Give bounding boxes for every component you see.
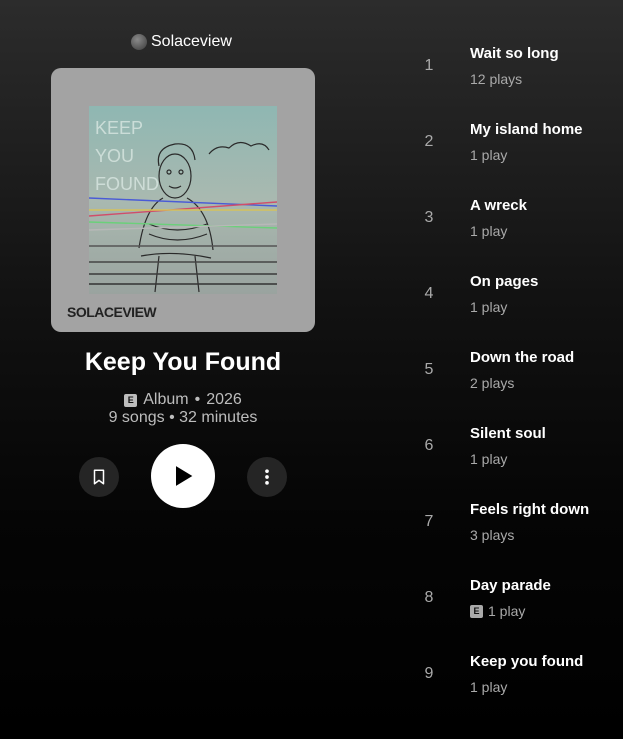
track-play-count: 1 play: [470, 299, 507, 315]
album-year: 2026: [206, 391, 242, 408]
track-plays-text: 12 plays: [470, 71, 523, 87]
more-vertical-icon: [265, 469, 269, 485]
track-number: 7: [424, 513, 434, 530]
track-number: 5: [424, 361, 434, 378]
track-number: 8: [424, 589, 434, 606]
svg-text:KEEP: KEEP: [95, 118, 143, 138]
play-icon: [176, 466, 193, 486]
explicit-badge: E: [470, 604, 483, 618]
album-song-count: 9 songs: [108, 409, 165, 426]
svg-text:YOU: YOU: [95, 146, 134, 166]
track-title[interactable]: Down the road: [470, 349, 574, 366]
explicit-badge: E: [124, 393, 138, 407]
track-plays-text: 1 play: [488, 603, 526, 619]
track-title[interactable]: Feels right down: [470, 501, 589, 518]
track-row[interactable]: 8 Day parade E 1 play: [400, 561, 623, 637]
track-plays-text: 3 plays: [470, 527, 515, 543]
album-stats: 9 songs • 32 minutes: [0, 409, 366, 427]
track-title[interactable]: Keep you found: [470, 653, 583, 670]
track-play-count: 1 play: [470, 679, 507, 695]
album-type: Album: [143, 391, 189, 408]
track-row[interactable]: 6 Silent soul 1 play: [400, 409, 623, 485]
track-plays-text: 1 play: [470, 451, 508, 467]
track-title[interactable]: Wait so long: [470, 45, 559, 62]
track-play-count: 1 play: [470, 147, 507, 163]
track-number: 1: [424, 57, 434, 74]
album-meta: E Album • 2026: [0, 390, 366, 410]
album-title: Keep You Found: [84, 348, 282, 376]
track-play-count: 1 play: [470, 223, 507, 239]
track-row[interactable]: 4 On pages 1 play: [400, 257, 623, 333]
track-play-count: 2 plays: [470, 375, 514, 391]
track-play-count: E 1 play: [470, 603, 525, 619]
track-title[interactable]: My island home: [470, 121, 583, 138]
track-number: 3: [424, 209, 434, 226]
meta-separator: •: [169, 409, 175, 426]
track-number: 9: [424, 665, 434, 682]
track-title[interactable]: A wreck: [470, 197, 527, 214]
track-plays-text: 1 play: [470, 223, 508, 239]
track-list: 1 Wait so long 12 plays 2 My island home…: [400, 29, 623, 713]
track-title[interactable]: On pages: [470, 273, 538, 290]
track-number: 4: [424, 285, 434, 302]
save-to-library-button[interactable]: [79, 457, 119, 497]
track-play-count: 12 plays: [470, 71, 522, 87]
track-row[interactable]: 2 My island home 1 play: [400, 105, 623, 181]
track-row[interactable]: 3 A wreck 1 play: [400, 181, 623, 257]
track-title[interactable]: Day parade: [470, 577, 551, 594]
track-title[interactable]: Silent soul: [470, 425, 546, 442]
artist-link[interactable]: Solaceview: [131, 32, 232, 52]
artist-name: Solaceview: [151, 33, 232, 50]
track-row[interactable]: 9 Keep you found 1 play: [400, 637, 623, 713]
track-row[interactable]: 7 Feels right down 3 plays: [400, 485, 623, 561]
play-button[interactable]: [151, 444, 215, 508]
meta-separator: •: [194, 391, 201, 408]
more-actions-button[interactable]: [247, 457, 287, 497]
track-plays-text: 1 play: [470, 147, 508, 163]
svg-text:FOUND: FOUND: [95, 174, 159, 194]
album-duration: 32 minutes: [179, 409, 258, 426]
track-row[interactable]: 5 Down the road 2 plays: [400, 333, 623, 409]
track-number: 2: [424, 133, 434, 150]
track-play-count: 1 play: [470, 451, 507, 467]
track-number: 6: [424, 437, 434, 454]
bookmark-icon: [93, 469, 105, 485]
artist-avatar: [131, 34, 147, 50]
album-art-label: SOLACEVIEW: [67, 304, 157, 320]
album-art-image: KEEP YOU FOUND: [89, 106, 277, 294]
track-plays-text: 2 plays: [470, 375, 515, 391]
track-play-count: 3 plays: [470, 527, 514, 543]
track-plays-text: 1 play: [470, 299, 508, 315]
album-cover: KEEP YOU FOUND SOLACEVIEW: [51, 68, 315, 332]
track-row[interactable]: 1 Wait so long 12 plays: [400, 29, 623, 105]
track-plays-text: 1 play: [470, 679, 508, 695]
